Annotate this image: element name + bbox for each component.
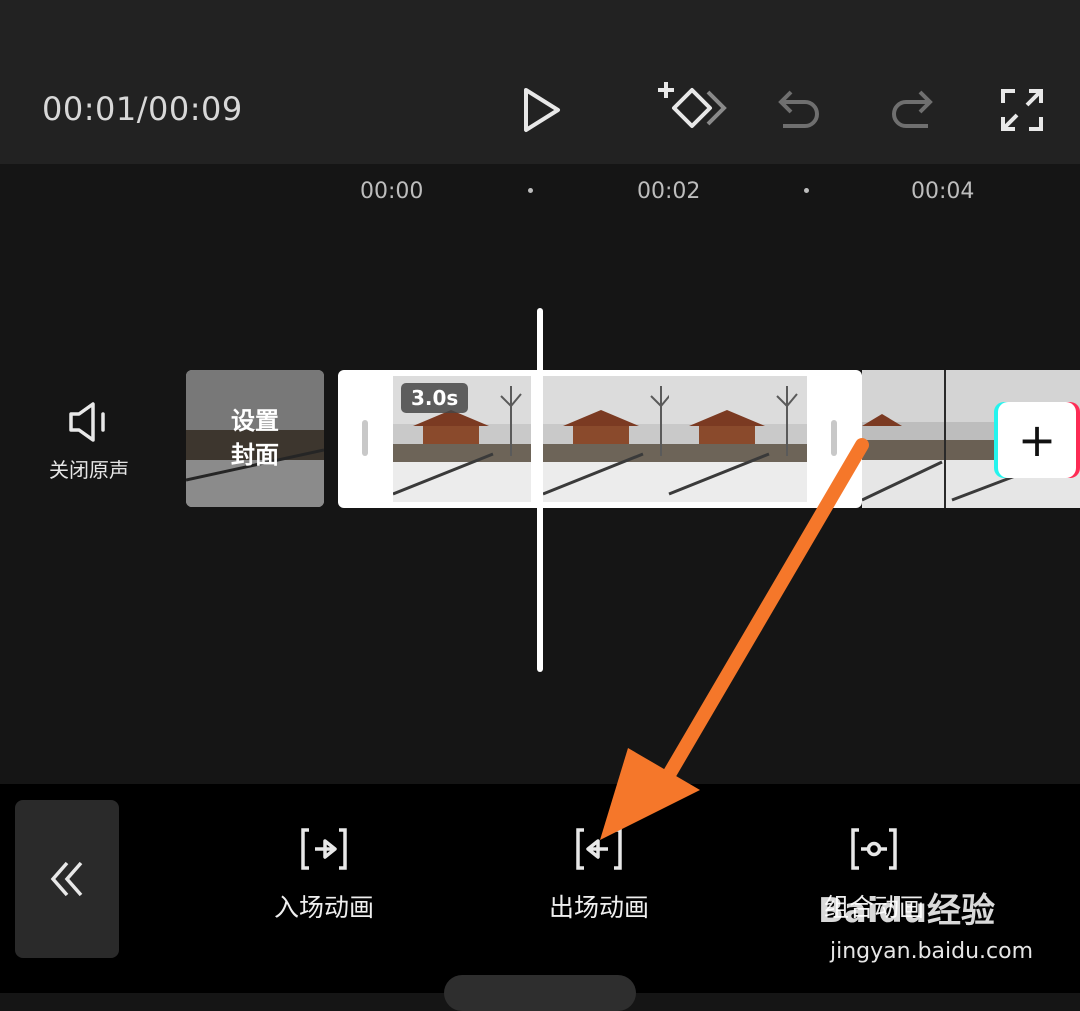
combo-animation-icon (851, 828, 897, 870)
redo-icon (892, 90, 933, 128)
mute-label: 关闭原声 (49, 458, 129, 482)
ruler-tick: 00:04 (911, 179, 975, 204)
fullscreen-icon (1001, 89, 1043, 131)
entrance-animation-icon (301, 828, 347, 870)
add-keyframe-button[interactable] (653, 80, 733, 140)
ruler-tick: 00:00 (360, 179, 424, 204)
exit-animation-button[interactable]: 出场动画 (499, 826, 699, 936)
exit-animation-label: 出场动画 (548, 893, 649, 922)
collapse-panel-button[interactable] (15, 800, 119, 958)
baidu-watermark: Baidu经验 jingyan.baidu.com (818, 875, 1058, 975)
ruler-tick: 00:02 (637, 179, 701, 204)
clip-trim-handle-right[interactable] (831, 420, 837, 456)
speaker-icon (69, 402, 105, 442)
watermark-logo: Baidu经验 (818, 891, 996, 931)
playhead[interactable] (537, 308, 543, 672)
home-indicator[interactable] (444, 975, 636, 1011)
entrance-animation-label: 入场动画 (273, 893, 374, 922)
exit-animation-icon (576, 828, 622, 870)
watermark-url: jingyan.baidu.com (830, 939, 1034, 964)
double-chevron-left-icon (50, 861, 83, 897)
cover-label: 设置 封面 (231, 407, 279, 469)
mute-original-audio-button[interactable]: 关闭原声 (30, 400, 148, 500)
clip-duration-badge: 3.0s (401, 383, 469, 413)
play-icon (524, 88, 560, 132)
undo-button[interactable] (765, 80, 835, 140)
set-cover-button[interactable]: 设置 封面 (186, 370, 324, 507)
entrance-animation-button[interactable]: 入场动画 (224, 826, 424, 936)
redo-button[interactable] (876, 80, 946, 140)
clip-trim-handle-left[interactable] (362, 420, 368, 456)
fullscreen-button[interactable] (987, 80, 1057, 140)
plus-icon: + (1017, 413, 1057, 467)
ruler-dot (528, 188, 533, 193)
playback-time: 00:01/00:09 (42, 90, 243, 128)
play-button[interactable] (507, 80, 577, 140)
ruler-dot (804, 188, 809, 193)
add-keyframe-icon (658, 82, 727, 128)
add-clip-button[interactable]: + (998, 402, 1076, 478)
undo-icon (778, 90, 819, 128)
